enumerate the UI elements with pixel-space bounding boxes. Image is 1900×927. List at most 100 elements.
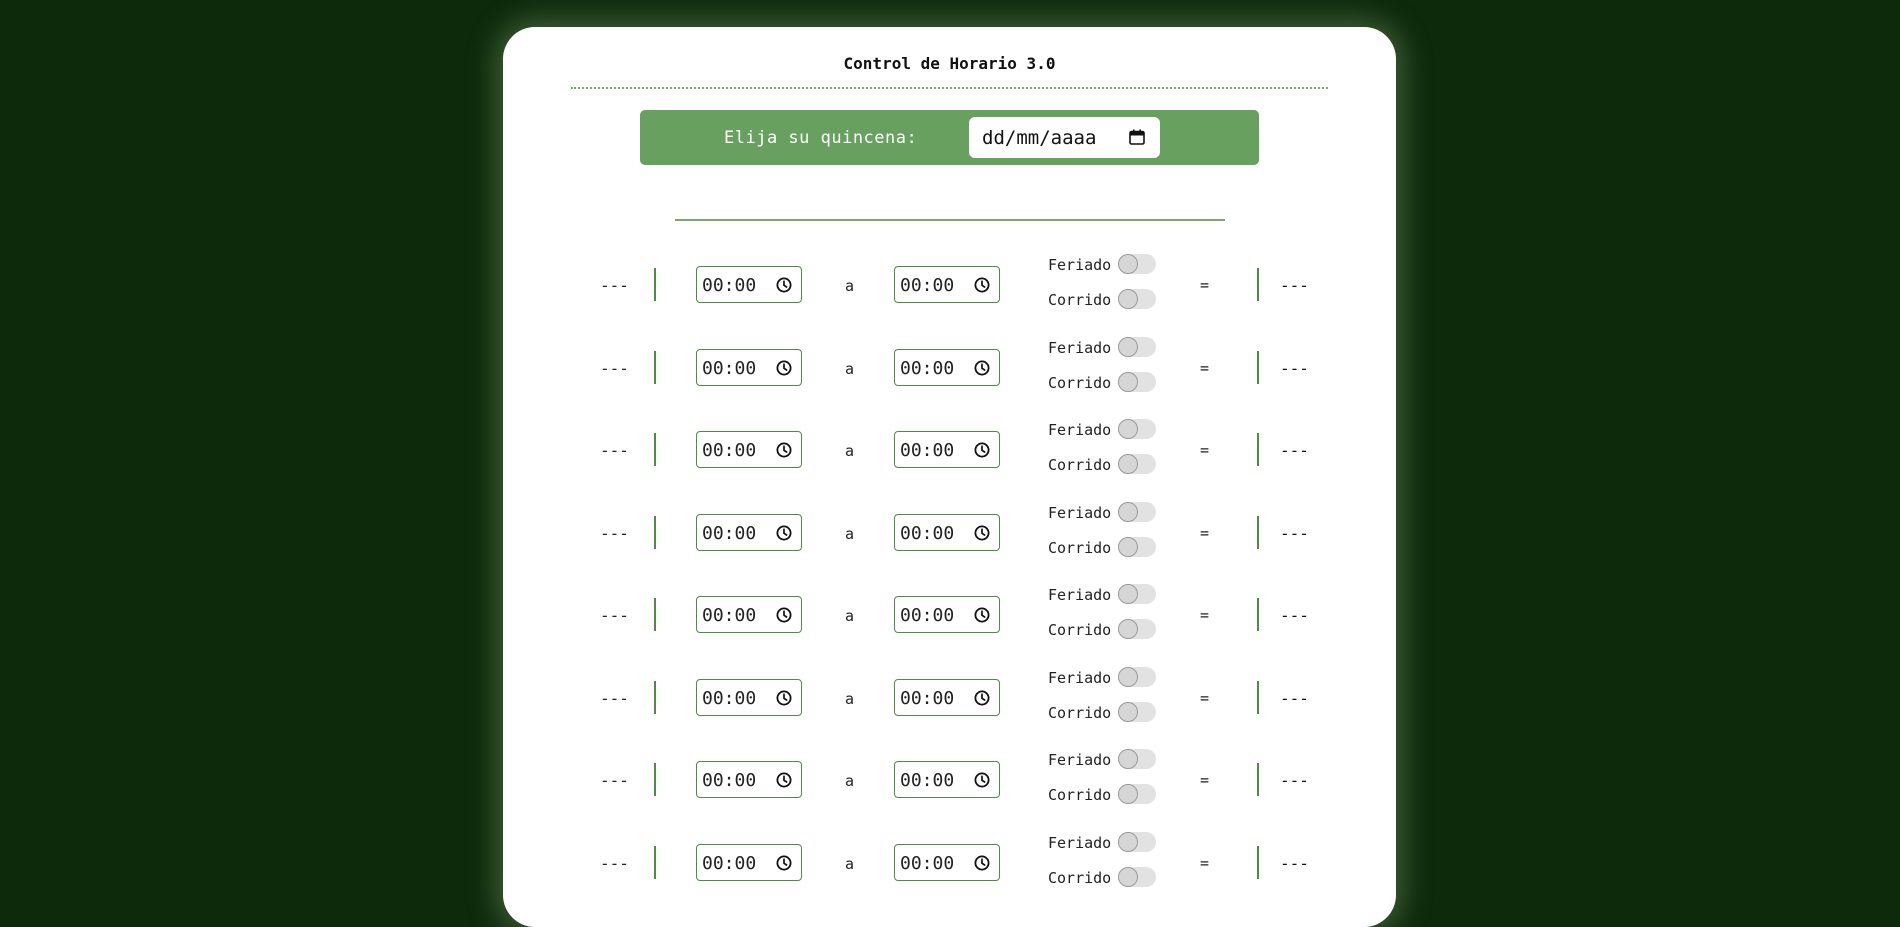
title-divider <box>571 87 1328 89</box>
start-time-value: 00:00 <box>702 687 757 709</box>
continuous-label: Corrido <box>1048 373 1112 392</box>
continuous-toggle[interactable] <box>1118 289 1156 309</box>
toggle-knob <box>1118 749 1138 769</box>
holiday-label: Feriado <box>1048 421 1112 439</box>
continuous-toggle[interactable] <box>1118 454 1156 474</box>
to-separator: a <box>845 854 855 873</box>
start-time-input[interactable]: 00:00 <box>696 596 802 633</box>
end-time-input[interactable]: 00:00 <box>894 761 1000 798</box>
continuous-toggle[interactable] <box>1118 866 1156 887</box>
total-hours: --- <box>1280 771 1309 790</box>
clock-icon[interactable] <box>974 360 990 376</box>
to-separator: a <box>845 277 855 295</box>
toggle-knob <box>1118 254 1138 274</box>
continuous-label: Corrido <box>1048 621 1112 639</box>
holiday-toggle[interactable] <box>1118 749 1156 769</box>
total-hours: --- <box>1280 523 1309 543</box>
schedule-row: --- 00:00 a 00:00 Feriado Corrido = --- <box>503 419 1396 502</box>
holiday-toggle[interactable] <box>1118 419 1156 439</box>
clock-icon[interactable] <box>776 277 792 293</box>
start-time-input[interactable]: 00:00 <box>696 431 802 468</box>
main-card: Control de Horario 3.0 Elija su quincena… <box>503 27 1396 927</box>
calendar-icon[interactable] <box>1129 129 1145 145</box>
clock-icon[interactable] <box>974 855 990 871</box>
continuous-toggle[interactable] <box>1118 784 1156 804</box>
toggle-knob <box>1118 289 1138 309</box>
end-time-input[interactable]: 00:00 <box>894 843 1000 881</box>
day-label: --- <box>600 606 629 625</box>
equals-sign: = <box>1200 853 1210 872</box>
start-time-input[interactable]: 00:00 <box>696 761 802 798</box>
fortnight-date-input[interactable]: dd/mm/aaaa <box>969 117 1160 158</box>
date-placeholder: dd/mm/aaaa <box>982 127 1097 149</box>
holiday-label: Feriado <box>1048 586 1112 604</box>
row-divider-left <box>654 763 656 796</box>
start-time-value: 00:00 <box>702 357 757 379</box>
end-time-input[interactable]: 00:00 <box>894 348 1000 386</box>
start-time-input[interactable]: 00:00 <box>696 678 802 716</box>
toggle-knob <box>1118 866 1138 887</box>
end-time-value: 00:00 <box>900 687 955 709</box>
clock-icon[interactable] <box>974 525 990 541</box>
row-divider-left <box>654 268 656 301</box>
clock-icon[interactable] <box>776 525 792 541</box>
clock-icon[interactable] <box>974 772 990 788</box>
schedule-row: --- 00:00 a 00:00 Feriado Corrido = --- <box>503 749 1396 832</box>
holiday-toggle[interactable] <box>1118 831 1156 852</box>
end-time-input[interactable]: 00:00 <box>894 266 1000 303</box>
holiday-label: Feriado <box>1048 503 1112 522</box>
holiday-label: Feriado <box>1048 751 1112 769</box>
continuous-label: Corrido <box>1048 538 1112 557</box>
row-divider-right <box>1257 598 1259 631</box>
equals-sign: = <box>1200 358 1210 377</box>
clock-icon[interactable] <box>776 855 792 871</box>
row-divider-right <box>1257 268 1259 301</box>
end-time-value: 00:00 <box>900 275 955 296</box>
equals-sign: = <box>1200 688 1210 707</box>
clock-icon[interactable] <box>974 607 990 623</box>
start-time-input[interactable]: 00:00 <box>696 513 802 551</box>
clock-icon[interactable] <box>974 442 990 458</box>
toggle-knob <box>1118 619 1138 639</box>
end-time-value: 00:00 <box>900 357 955 379</box>
clock-icon[interactable] <box>776 442 792 458</box>
start-time-input[interactable]: 00:00 <box>696 266 802 303</box>
continuous-toggle[interactable] <box>1118 701 1156 722</box>
row-divider-left <box>654 680 656 714</box>
start-time-input[interactable]: 00:00 <box>696 843 802 881</box>
clock-icon[interactable] <box>776 772 792 788</box>
toggle-knob <box>1118 666 1138 687</box>
equals-sign: = <box>1200 276 1210 294</box>
start-time-input[interactable]: 00:00 <box>696 348 802 386</box>
continuous-toggle[interactable] <box>1118 371 1156 392</box>
clock-icon[interactable] <box>776 360 792 376</box>
clock-icon[interactable] <box>776 607 792 623</box>
row-divider-right <box>1257 763 1259 796</box>
continuous-toggle[interactable] <box>1118 536 1156 557</box>
holiday-label: Feriado <box>1048 256 1112 274</box>
continuous-toggle[interactable] <box>1118 619 1156 639</box>
page-title: Control de Horario 3.0 <box>843 54 1056 73</box>
holiday-toggle[interactable] <box>1118 584 1156 604</box>
end-time-value: 00:00 <box>900 605 955 626</box>
end-time-input[interactable]: 00:00 <box>894 513 1000 551</box>
toggle-knob <box>1118 831 1138 852</box>
toggle-knob <box>1118 536 1138 557</box>
row-divider-right <box>1257 350 1259 384</box>
end-time-input[interactable]: 00:00 <box>894 678 1000 716</box>
schedule-row: --- 00:00 a 00:00 Feriado Corrido = --- <box>503 666 1396 750</box>
holiday-label: Feriado <box>1048 833 1112 852</box>
holiday-toggle[interactable] <box>1118 336 1156 357</box>
holiday-toggle[interactable] <box>1118 501 1156 522</box>
holiday-toggle[interactable] <box>1118 666 1156 687</box>
clock-icon[interactable] <box>974 277 990 293</box>
continuous-label: Corrido <box>1048 868 1112 887</box>
total-hours: --- <box>1280 853 1309 873</box>
holiday-toggle[interactable] <box>1118 254 1156 274</box>
end-time-input[interactable]: 00:00 <box>894 596 1000 633</box>
end-time-input[interactable]: 00:00 <box>894 431 1000 468</box>
total-hours: --- <box>1280 276 1309 295</box>
row-divider-right <box>1257 515 1259 549</box>
clock-icon[interactable] <box>974 690 990 706</box>
clock-icon[interactable] <box>776 690 792 706</box>
